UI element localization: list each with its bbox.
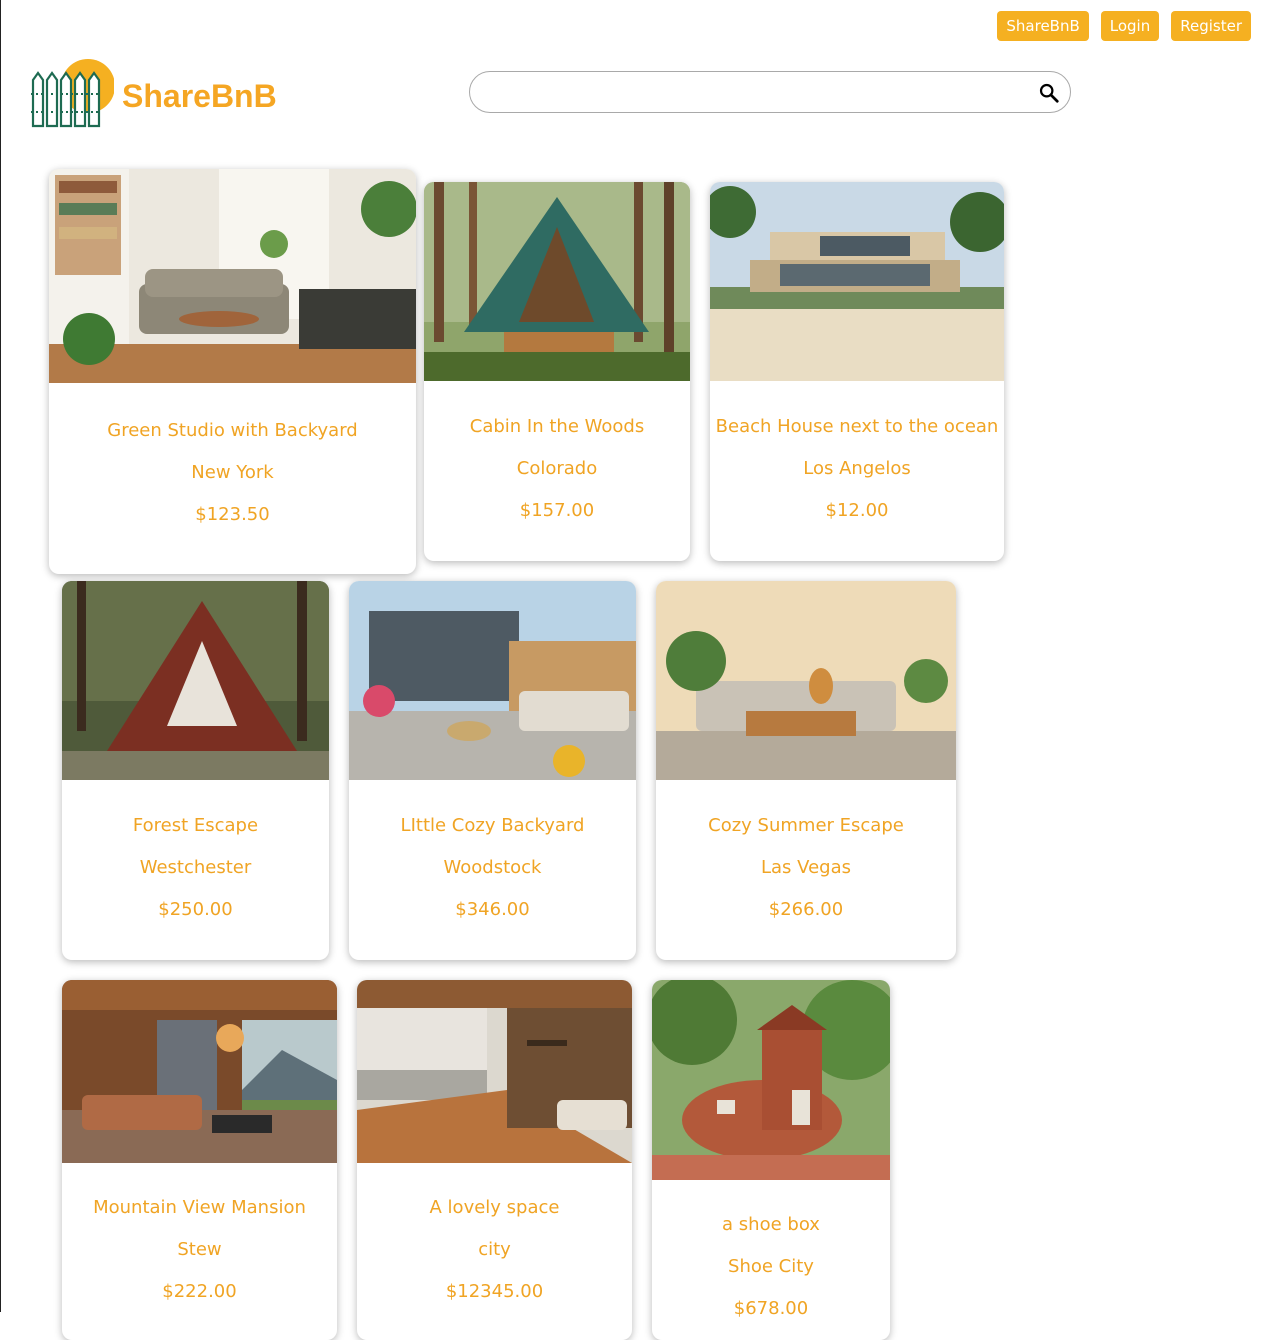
listing-info: a shoe box Shoe City $678.00 [652,1204,890,1330]
listing-price: $346.00 [455,899,530,920]
listing-info: Mountain View Mansion Stew $222.00 [62,1187,337,1313]
listing-price: $222.00 [162,1281,237,1302]
brand-name: ShareBnB [122,77,277,114]
listing-title: Forest Escape [132,815,259,836]
listing-info: Beach House next to the ocean Los Angelo… [710,406,1004,532]
listing-title: Cabin In the Woods [469,416,645,437]
listing-price: $266.00 [768,899,844,920]
search-icon[interactable] [1038,82,1060,104]
top-nav: ShareBnB Login Register [997,11,1251,41]
listing-location: Shoe City [728,1256,814,1277]
listing-info: Cozy Summer Escape Las Vegas $266.00 [656,805,956,931]
listing-photo [652,980,890,1180]
listing-card[interactable]: a shoe box Shoe City $678.00 [652,980,890,1340]
login-button[interactable]: Login [1100,11,1160,41]
listing-photo [62,581,329,780]
listing-info: Forest Escape Westchester $250.00 [62,805,329,931]
register-button[interactable]: Register [1171,11,1251,41]
listing-photo [424,182,690,381]
listing-photo [656,581,956,780]
listing-card[interactable]: Beach House next to the ocean Los Angelo… [710,182,1004,561]
listing-info: LIttle Cozy Backyard Woodstock $346.00 [349,805,636,931]
listing-title: Beach House next to the ocean [715,416,999,437]
listing-info: Cabin In the Woods Colorado $157.00 [424,406,690,532]
listing-card[interactable]: Cozy Summer Escape Las Vegas $266.00 [656,581,956,960]
fence-sun-logo-icon [31,59,114,128]
listing-photo [62,980,337,1163]
search-input[interactable] [486,80,1030,106]
logo[interactable]: ShareBnB [30,56,277,128]
listing-card[interactable]: Green Studio with Backyard New York $123… [49,169,416,574]
listing-photo [49,169,416,383]
home-button[interactable]: ShareBnB [997,11,1089,41]
listing-price: $12345.00 [445,1281,544,1302]
listing-location: Westchester [139,857,252,878]
listing-card[interactable]: Forest Escape Westchester $250.00 [62,581,329,960]
listing-info: Green Studio with Backyard New York $123… [49,410,416,536]
listing-card[interactable]: Cabin In the Woods Colorado $157.00 [424,182,690,561]
listing-info: A lovely space city $12345.00 [357,1187,632,1313]
listing-price: $250.00 [158,899,233,920]
listing-title: Green Studio with Backyard [107,420,358,441]
listing-title: Mountain View Mansion [93,1197,306,1218]
listing-location: Los Angelos [803,458,911,479]
listing-location: Las Vegas [761,857,851,878]
listing-title: LIttle Cozy Backyard [400,815,585,836]
listing-price: $12.00 [825,500,889,521]
listing-price: $678.00 [733,1298,809,1319]
listing-photo [349,581,636,780]
listing-location: New York [191,462,274,483]
listing-location: Woodstock [443,857,542,878]
listing-title: A lovely space [429,1197,560,1218]
listing-title: Cozy Summer Escape [708,815,904,836]
listing-photo [357,980,632,1163]
listing-location: city [478,1239,511,1260]
listing-card[interactable]: A lovely space city $12345.00 [357,980,632,1340]
listing-card[interactable]: LIttle Cozy Backyard Woodstock $346.00 [349,581,636,960]
listing-price: $157.00 [519,500,595,521]
listing-price: $123.50 [195,504,270,525]
listing-photo [710,182,1004,381]
search-bar [469,71,1071,113]
listing-location: Colorado [516,458,598,479]
listing-title: a shoe box [722,1214,820,1235]
listing-location: Stew [177,1239,222,1260]
listing-card[interactable]: Mountain View Mansion Stew $222.00 [62,980,337,1340]
